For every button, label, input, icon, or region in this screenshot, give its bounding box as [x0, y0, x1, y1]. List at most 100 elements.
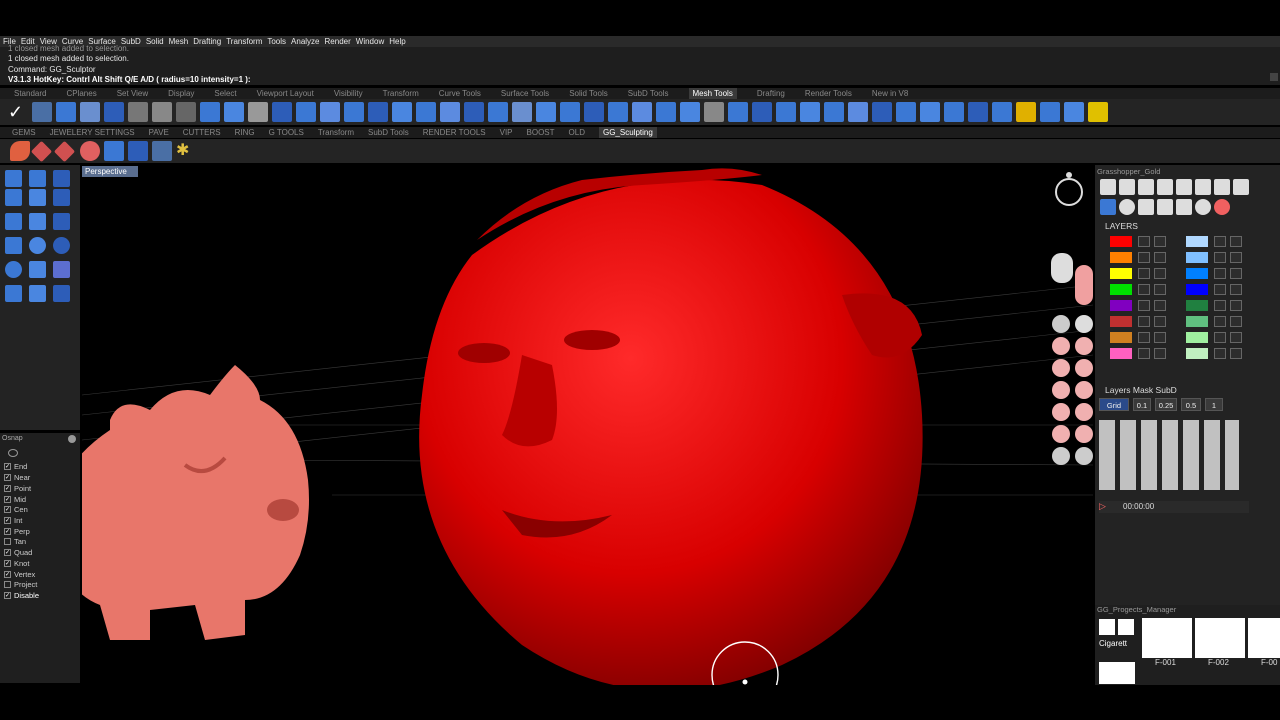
- lock-icon[interactable]: [1230, 316, 1242, 327]
- plane-icon[interactable]: [5, 189, 22, 206]
- mesh-face-icon[interactable]: [680, 102, 700, 122]
- mesh-sphere-icon[interactable]: [560, 102, 580, 122]
- eye-icon[interactable]: [1138, 284, 1150, 295]
- brush-preset-icon[interactable]: [1075, 447, 1093, 465]
- brush-preset-icon[interactable]: [1052, 359, 1070, 377]
- drop-icon[interactable]: [5, 237, 22, 254]
- mesh-cut-icon[interactable]: [968, 102, 988, 122]
- mesh-offset-icon[interactable]: [392, 102, 412, 122]
- eye-icon[interactable]: [1214, 284, 1226, 295]
- mesh-unify-icon[interactable]: [512, 102, 532, 122]
- eye-icon[interactable]: [1138, 300, 1150, 311]
- lock-icon[interactable]: [1154, 348, 1166, 359]
- layer-color-swatch[interactable]: [1186, 300, 1208, 311]
- chart-icon[interactable]: [1157, 179, 1173, 195]
- menu-drafting[interactable]: Drafting: [193, 36, 221, 47]
- layer-color-swatch[interactable]: [1110, 316, 1132, 327]
- tab-gg-sculpting[interactable]: GG_Sculpting: [598, 127, 657, 138]
- sphere-icon[interactable]: [29, 237, 46, 254]
- mesh-project-icon[interactable]: [896, 102, 916, 122]
- mesh-split-icon[interactable]: [320, 102, 340, 122]
- project-thumbnail[interactable]: [1195, 618, 1245, 658]
- menu-window[interactable]: Window: [356, 36, 384, 47]
- mesh-quad-icon[interactable]: [728, 102, 748, 122]
- lock-icon[interactable]: [1230, 348, 1242, 359]
- surface-icon[interactable]: [29, 189, 46, 206]
- tab-render-tools[interactable]: Render Tools: [805, 88, 852, 99]
- cylinder-icon[interactable]: [29, 213, 46, 230]
- mesh-box-icon[interactable]: [56, 102, 76, 122]
- snap-tan[interactable]: Tan: [4, 537, 26, 546]
- tab-mesh-tools[interactable]: Mesh Tools: [688, 88, 737, 99]
- eye-icon[interactable]: [1214, 300, 1226, 311]
- brush-preset-icon[interactable]: [1052, 337, 1070, 355]
- layer-color-swatch[interactable]: [1110, 332, 1132, 343]
- tab-vip[interactable]: VIP: [500, 127, 513, 138]
- mesh-gesture-icon[interactable]: [176, 102, 196, 122]
- mesh-weld-icon[interactable]: [296, 102, 316, 122]
- scroll-down-icon[interactable]: [1270, 73, 1278, 81]
- tab-curve-tools[interactable]: Curve Tools: [439, 88, 481, 99]
- grid-chip[interactable]: 0.25: [1155, 398, 1177, 411]
- intensity-slider[interactable]: [1075, 265, 1093, 305]
- snap-int[interactable]: ✓ Int: [4, 516, 22, 525]
- wall-icon[interactable]: [53, 189, 70, 206]
- viewport-title-tab[interactable]: Perspective: [82, 166, 138, 177]
- tab-set-view[interactable]: Set View: [117, 88, 148, 99]
- layer-color-swatch[interactable]: [1186, 236, 1208, 247]
- grid-chip[interactable]: 0.1: [1133, 398, 1151, 411]
- tab-pave[interactable]: PAVE: [149, 127, 169, 138]
- mesh-triangle-icon[interactable]: [752, 102, 772, 122]
- eye-icon[interactable]: [1138, 332, 1150, 343]
- mesh-uv-icon[interactable]: [1064, 102, 1084, 122]
- layer-color-swatch[interactable]: [1110, 236, 1132, 247]
- grid-chip[interactable]: 1: [1205, 398, 1223, 411]
- eye-icon[interactable]: [1138, 252, 1150, 263]
- menu-analyze[interactable]: Analyze: [291, 36, 319, 47]
- brush-preset-icon[interactable]: [1075, 315, 1093, 333]
- eye-icon[interactable]: [1214, 316, 1226, 327]
- project-thumbnail[interactable]: [1248, 618, 1280, 658]
- lock-icon[interactable]: [1154, 300, 1166, 311]
- pipe-icon[interactable]: [29, 261, 46, 278]
- mesh-export-icon[interactable]: [1016, 102, 1036, 122]
- layer-color-swatch[interactable]: [1110, 268, 1132, 279]
- box-icon[interactable]: [5, 213, 22, 230]
- tab-jewelery-settings[interactable]: JEWELERY SETTINGS: [50, 127, 135, 138]
- camera-icon[interactable]: [1195, 179, 1211, 195]
- frame-icon[interactable]: [53, 285, 70, 302]
- snap-quad[interactable]: ✓ Quad: [4, 548, 32, 557]
- eye-icon[interactable]: [1214, 268, 1226, 279]
- add-project-icon[interactable]: [1099, 619, 1115, 635]
- sculpt-slider-track[interactable]: [1051, 253, 1073, 283]
- loft-icon[interactable]: [29, 285, 46, 302]
- mesh-reduce-icon[interactable]: [440, 102, 460, 122]
- tab-g-tools[interactable]: G TOOLS: [269, 127, 304, 138]
- file-icon[interactable]: [1176, 179, 1192, 195]
- globe-icon[interactable]: [1195, 199, 1211, 215]
- tab-cutters[interactable]: CUTTERS: [183, 127, 221, 138]
- hand-icon[interactable]: [1157, 199, 1173, 215]
- tab-render-tools-2[interactable]: RENDER TOOLS: [423, 127, 486, 138]
- mesh-repair-icon[interactable]: [464, 102, 484, 122]
- upload-icon[interactable]: [1119, 179, 1135, 195]
- mesh-glass-icon[interactable]: [272, 102, 292, 122]
- lock-icon[interactable]: [1154, 332, 1166, 343]
- layer-color-swatch[interactable]: [1186, 348, 1208, 359]
- tab-solid-tools[interactable]: Solid Tools: [569, 88, 608, 99]
- grid-chip[interactable]: 0.5: [1181, 398, 1201, 411]
- mesh-tool-icon[interactable]: [32, 102, 52, 122]
- lock-icon[interactable]: [1154, 316, 1166, 327]
- snap-vertex[interactable]: ✓ Vertex: [4, 570, 35, 579]
- save-project-icon[interactable]: [1118, 619, 1134, 635]
- eye-icon[interactable]: [1138, 348, 1150, 359]
- menu-tools[interactable]: Tools: [267, 36, 286, 47]
- zoom-icon[interactable]: [53, 170, 70, 187]
- brush-preset-icon[interactable]: [1075, 359, 1093, 377]
- mesh-grid-icon[interactable]: [104, 102, 124, 122]
- tab-boost[interactable]: BOOST: [527, 127, 555, 138]
- snap-end[interactable]: ✓ End: [4, 462, 27, 471]
- record-icon[interactable]: [1214, 199, 1230, 215]
- mesh-fill-icon[interactable]: [488, 102, 508, 122]
- tab-ring[interactable]: RING: [235, 127, 255, 138]
